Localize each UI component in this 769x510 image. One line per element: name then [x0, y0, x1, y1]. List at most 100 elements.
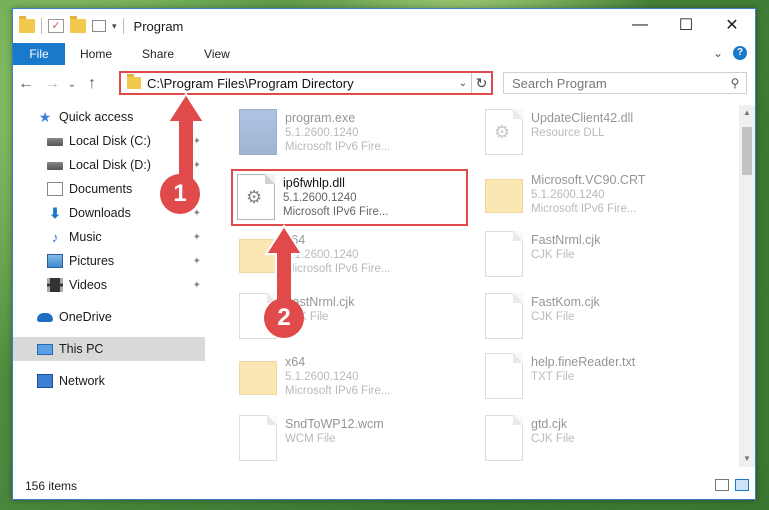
folder-icon [239, 361, 277, 395]
pin-icon: ✦ [192, 159, 201, 171]
file-item[interactable]: program.exe 5.1.2600.1240 Microsoft IPv6… [239, 109, 479, 163]
sidebar-item-local-disk-c[interactable]: Local Disk (C:) ✦ [13, 129, 205, 153]
sidebar-item-label: Quick access [59, 110, 134, 124]
window-title: Program [133, 18, 184, 34]
pin-icon: ✦ [192, 231, 201, 243]
pictures-icon [47, 254, 63, 268]
scroll-thumb[interactable] [742, 127, 752, 175]
file-item[interactable]: Microsoft.VC90.CRT 5.1.2600.1240 Microso… [485, 171, 725, 225]
view-buttons [715, 479, 749, 491]
file-item[interactable]: ip6fwhlp.dll 5.1.2600.1240 Microsoft IPv… [237, 174, 477, 228]
document-file-icon [239, 415, 277, 461]
file-type: TXT File [531, 371, 575, 383]
file-item[interactable]: FastNrml.cjk CJK File [485, 231, 725, 285]
file-description: Microsoft IPv6 Fire... [285, 385, 391, 397]
search-input[interactable]: Search Program [512, 76, 724, 91]
file-name: FastKom.cjk [531, 295, 600, 309]
tab-view[interactable]: View [189, 47, 245, 61]
address-dropdown-icon[interactable]: ⌄ [455, 78, 471, 89]
sidebar-item-label: OneDrive [59, 310, 112, 324]
back-button[interactable]: ← [13, 75, 39, 93]
file-item[interactable]: FastKom.cjk CJK File [485, 293, 725, 347]
navigation-bar: ← → ⌄ ↑ C:\Program Files\Program Directo… [13, 69, 755, 99]
large-icons-view-icon[interactable] [735, 479, 749, 491]
tab-file[interactable]: File [13, 43, 65, 65]
up-button[interactable]: ↑ [79, 75, 105, 93]
folder-icon[interactable] [19, 16, 35, 33]
sidebar-item-quick-access[interactable]: ★ Quick access [13, 105, 205, 129]
document-file-icon [485, 293, 523, 339]
pin-icon: ✦ [192, 135, 201, 147]
window-controls: — ☐ ✕ [617, 9, 755, 41]
highlighted-file-item[interactable]: ip6fwhlp.dll 5.1.2600.1240 Microsoft IPv… [231, 169, 468, 226]
folder-icon [127, 74, 141, 89]
pin-icon: ✦ [192, 255, 201, 267]
sidebar-item-label: Documents [69, 182, 133, 196]
tab-home[interactable]: Home [65, 47, 127, 61]
file-name: UpdateClient42.dll [531, 111, 634, 125]
sidebar-item-label: Network [59, 374, 105, 388]
minimize-button[interactable]: — [617, 9, 663, 41]
vertical-scrollbar[interactable]: ▲ ▼ [739, 105, 755, 467]
file-item[interactable]: x64 5.1.2600.1240 Microsoft IPv6 Fire... [239, 231, 479, 285]
search-icon[interactable]: ⚲ [724, 76, 746, 90]
search-box[interactable]: Search Program ⚲ [503, 72, 747, 94]
customize-toolbar-icon[interactable] [92, 20, 106, 32]
disk-icon [47, 162, 63, 170]
sidebar-item-onedrive[interactable]: OneDrive [13, 305, 205, 329]
file-description: Microsoft IPv6 Fire... [285, 141, 391, 153]
sidebar-item-pictures[interactable]: Pictures ✦ [13, 249, 205, 273]
refresh-icon[interactable]: ↻ [471, 73, 491, 93]
file-name: ip6fwhlp.dll [283, 176, 345, 190]
sidebar-item-label: Downloads [69, 206, 131, 220]
toolbar-dropdown-icon[interactable]: ▾ [112, 21, 117, 32]
dll-file-icon [485, 109, 523, 155]
file-type: Resource DLL [531, 127, 605, 139]
help-icon[interactable]: ? [733, 46, 747, 60]
expand-ribbon-icon[interactable]: ⌄ [713, 46, 723, 60]
forward-button[interactable]: → [39, 75, 65, 93]
close-button[interactable]: ✕ [709, 9, 755, 41]
file-item[interactable]: x64 5.1.2600.1240 Microsoft IPv6 Fire... [239, 353, 479, 407]
scroll-up-icon[interactable]: ▲ [739, 105, 755, 121]
file-name: x64 [285, 233, 306, 247]
file-item[interactable]: SndToWP12.wcm WCM File [239, 415, 479, 469]
file-description: Microsoft IPv6 Fire... [285, 263, 391, 275]
navigation-pane: ★ Quick access Local Disk (C:) ✦ Local D… [13, 105, 205, 467]
dll-file-icon [237, 174, 275, 220]
new-folder-icon[interactable] [70, 16, 86, 33]
file-version: 5.1.2600.1240 [283, 192, 357, 204]
ribbon-controls: ⌄ ? [713, 46, 747, 60]
sidebar-item-network[interactable]: Network [13, 369, 205, 393]
address-path[interactable]: C:\Program Files\Program Directory [147, 76, 455, 91]
properties-icon[interactable]: ✓ [48, 19, 64, 33]
file-name: program.exe [285, 111, 356, 125]
sidebar-item-this-pc[interactable]: This PC [13, 337, 205, 361]
sidebar-item-label: Music [69, 230, 102, 244]
sidebar-item-music[interactable]: ♪ Music ✦ [13, 225, 205, 249]
music-icon: ♪ [51, 229, 59, 245]
toolbar-divider [122, 18, 124, 34]
file-name: gtd.cjk [531, 417, 568, 431]
file-name: SndToWP12.wcm [285, 417, 384, 431]
sidebar-item-label: Local Disk (C:) [69, 134, 151, 148]
recent-locations-button[interactable]: ⌄ [65, 79, 79, 90]
file-item[interactable]: UpdateClient42.dll Resource DLL [485, 109, 725, 163]
file-item[interactable]: help.fineReader.txt TXT File [485, 353, 725, 407]
tab-share[interactable]: Share [127, 47, 189, 61]
quick-access-toolbar: ✓ ▾ [13, 16, 124, 34]
scroll-down-icon[interactable]: ▼ [739, 451, 755, 467]
file-name: help.fineReader.txt [531, 355, 636, 369]
file-type: WCM File [285, 433, 336, 445]
disk-icon [47, 138, 63, 146]
file-name: Microsoft.VC90.CRT [531, 173, 646, 187]
sidebar-item-videos[interactable]: Videos ✦ [13, 273, 205, 297]
maximize-button[interactable]: ☐ [663, 9, 709, 41]
details-view-icon[interactable] [715, 479, 729, 491]
star-icon: ★ [38, 109, 52, 125]
file-item[interactable]: gtd.cjk CJK File [485, 415, 725, 469]
documents-icon [47, 182, 63, 196]
file-description: Microsoft IPv6 Fire... [531, 203, 637, 215]
download-icon: ⬇ [49, 205, 61, 221]
address-bar[interactable]: C:\Program Files\Program Directory ⌄ ↻ [119, 71, 493, 95]
